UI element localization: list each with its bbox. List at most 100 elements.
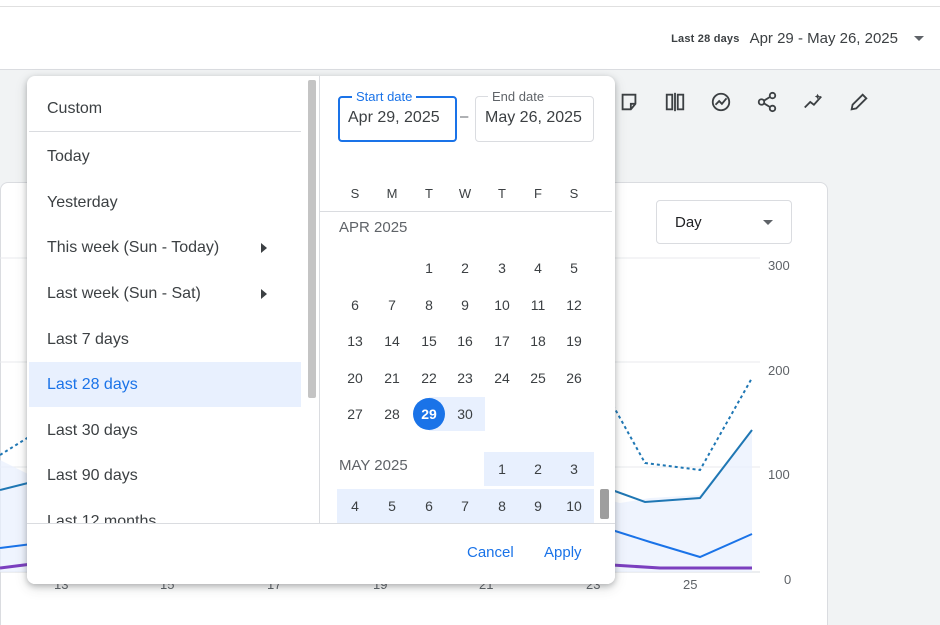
calendar-day[interactable]: 6 [413,490,445,522]
preset-this-week[interactable]: This week (Sun - Today) [29,225,301,270]
calendar-day[interactable]: 3 [486,252,518,284]
chevron-right-icon [261,288,267,299]
calendar-day[interactable]: 1 [486,453,518,485]
calendar-day[interactable]: 14 [376,325,408,357]
calendar-day[interactable]: 24 [486,362,518,394]
preset-label: Last 12 months [47,512,157,524]
preset-label: Today [47,147,90,165]
sticky-note-icon[interactable] [615,88,643,116]
date-picker-popover: Custom Today Yesterday This week (Sun - … [27,76,615,584]
calendar-day[interactable]: 9 [522,490,554,522]
calendar-day[interactable]: 12 [558,289,590,321]
calendar-day[interactable]: 7 [376,289,408,321]
date-separator: – [460,108,469,125]
preset-label: Last 90 days [47,466,138,484]
date-range-text: Apr 29 - May 26, 2025 [749,30,898,47]
apply-button[interactable]: Apply [544,544,582,561]
date-range-badge: Last 28 days [671,32,740,45]
compare-icon[interactable] [661,88,689,116]
weekday-label: S [569,186,579,201]
y-tick: 0 [784,572,792,587]
weekday-label: T [425,186,433,201]
calendar-day[interactable]: 7 [449,490,481,522]
weekday-label: S [350,186,360,201]
calendar-day[interactable]: 10 [486,289,518,321]
preset-last-12-months[interactable]: Last 12 months [29,499,301,524]
report-header: Last 28 days Apr 29 - May 26, 2025 [0,0,940,70]
month-label: MAY 2025 [339,457,408,474]
weekday-label: W [458,186,472,201]
picker-footer: Cancel Apply [27,523,615,584]
calendar-day[interactable]: 1 [413,252,445,284]
calendar-day[interactable]: 19 [558,325,590,357]
preset-label: Last 30 days [47,421,138,439]
calendar-day[interactable]: 28 [376,398,408,430]
edit-icon[interactable] [845,88,873,116]
calendar-day[interactable]: 3 [558,453,590,485]
calendar-day[interactable]: 30 [449,398,481,430]
calendar-day[interactable]: 21 [376,362,408,394]
calendar-day[interactable]: 11 [522,289,554,321]
preset-last-30-days[interactable]: Last 30 days [29,408,301,453]
share-icon[interactable] [753,88,781,116]
preset-label: Yesterday [47,193,118,211]
calendar-day[interactable]: 26 [558,362,590,394]
trend-icon[interactable] [799,88,827,116]
granularity-select[interactable]: Day [656,200,792,244]
preset-label: Last week (Sun - Sat) [47,284,201,302]
divider [0,6,940,7]
chevron-down-icon [763,220,773,225]
y-tick: 300 [768,258,790,273]
series-dotted [609,377,753,472]
month-label: APR 2025 [339,219,408,236]
insights-icon[interactable] [707,88,735,116]
start-date-label: Start date [352,89,417,104]
calendar-day[interactable]: 25 [522,362,554,394]
calendar-day[interactable]: 5 [558,252,590,284]
calendar-day[interactable]: 8 [413,289,445,321]
calendar-day[interactable]: 15 [413,325,445,357]
calendar-day[interactable]: 22 [413,362,445,394]
calendar-day[interactable]: 23 [449,362,481,394]
calendar-day[interactable]: 17 [486,325,518,357]
calendar-day[interactable]: 2 [449,252,481,284]
preset-last-7-days[interactable]: Last 7 days [29,317,301,362]
end-date-value: May 26, 2025 [485,109,582,126]
calendar-day[interactable]: 10 [558,490,590,522]
calendar-day[interactable]: 5 [376,490,408,522]
weekday-label: M [386,186,398,201]
date-range-chip[interactable]: Last 28 days Apr 29 - May 26, 2025 [671,30,924,47]
preset-list: Custom Today Yesterday This week (Sun - … [27,76,317,523]
preset-custom[interactable]: Custom [29,86,301,132]
cancel-button[interactable]: Cancel [467,544,514,561]
end-date-field[interactable]: End date May 26, 2025 [475,89,594,142]
start-date-value: Apr 29, 2025 [348,109,440,126]
preset-label: Custom [47,99,103,117]
calendar-day[interactable]: 20 [339,362,371,394]
preset-last-week[interactable]: Last week (Sun - Sat) [29,271,301,316]
calendar-day[interactable]: 8 [486,490,518,522]
calendar-day[interactable]: 2 [522,453,554,485]
preset-last-90-days[interactable]: Last 90 days [29,453,301,498]
report-toolbar [615,88,873,116]
calendar-day[interactable]: 27 [339,398,371,430]
preset-last-28-days[interactable]: Last 28 days [29,362,301,407]
calendar-day[interactable]: 9 [449,289,481,321]
granularity-value: Day [675,213,702,231]
calendar-day[interactable]: 4 [339,490,371,522]
calendar-day[interactable]: 6 [339,289,371,321]
calendar-day[interactable]: 18 [522,325,554,357]
x-tick: 25 [683,577,698,592]
weekday-label: F [534,186,542,201]
preset-label: Last 7 days [47,330,129,348]
calendar-day[interactable]: 16 [449,325,481,357]
calendar-day[interactable]: 4 [522,252,554,284]
preset-today[interactable]: Today [29,134,301,179]
preset-scrollbar[interactable] [308,80,316,398]
preset-yesterday[interactable]: Yesterday [29,180,301,225]
calendar-day[interactable]: 29 [413,398,445,430]
preset-label: Last 28 days [47,375,138,393]
calendar-scrollbar[interactable] [600,489,609,519]
start-date-field[interactable]: Start date Apr 29, 2025 [338,89,457,142]
calendar-day[interactable]: 13 [339,325,371,357]
